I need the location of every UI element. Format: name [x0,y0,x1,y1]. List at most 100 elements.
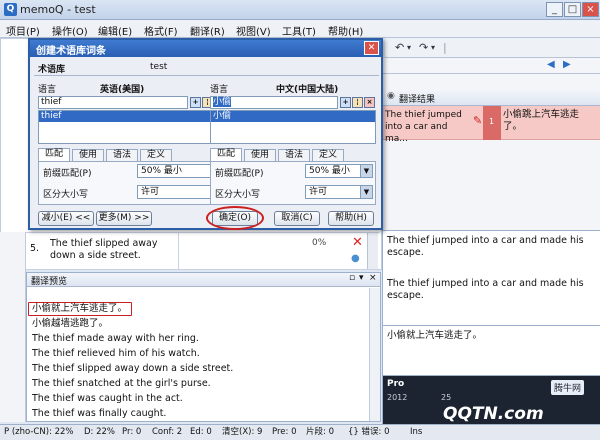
source-tab-match[interactable]: 匹配 [38,148,70,161]
results-collapse-icon[interactable]: ◉ [387,91,395,101]
segment-row-5[interactable]: 5. The thief slipped away down a side st… [26,232,379,270]
target-tab-definition[interactable]: 定义 [312,149,344,161]
target-term-list[interactable]: 小偷 [210,110,376,144]
target-tab-match[interactable]: 匹配 [210,148,242,161]
target-lang-value: 中文(中国大陆) [276,85,339,95]
grid-scrollbar[interactable] [367,233,378,269]
target-match-label: 前缀匹配(P) [215,169,264,179]
more-button[interactable]: 更多(M) >> [96,211,152,226]
window-title: memoQ - test [20,3,96,16]
status-progress: P (zho-CN): 22% [4,427,74,437]
source-tab-definition[interactable]: 定义 [140,149,172,161]
target-tab-grammar[interactable]: 语法 [278,149,310,161]
pro-year: 2012 [387,393,408,402]
panel-close-icon[interactable]: × [369,273,377,283]
status-d: D: 22% [84,427,116,437]
next-arrow-icon[interactable]: ▶ [563,59,571,70]
prev-arrow-icon[interactable]: ◀ [547,59,555,70]
redo-dropdown-icon[interactable]: ▾ [431,43,435,52]
menu-project[interactable]: 项目(P) [6,23,40,38]
status-ed: Ed: 0 [190,427,212,437]
window-titlebar: Q memoQ - test _ □ × [0,0,600,20]
watermark-brand: QQTN.com [443,404,544,424]
target-term-input-text: 小偷 [213,97,232,107]
close-window-button[interactable]: × [582,2,599,17]
status-segments: 片段: 0 [306,427,334,437]
redo-icon[interactable]: ↷ [419,41,428,54]
preview-line-4: The thief relieved him of his watch. [32,348,200,359]
menu-tools[interactable]: 工具(T) [282,23,316,38]
match-rank: 1 [489,117,495,126]
minimize-button[interactable]: _ [546,2,563,17]
preview-scrollbar[interactable] [369,288,380,421]
menu-edit[interactable]: 编辑(E) [98,23,132,38]
target-term-input[interactable]: 小偷 [210,96,338,109]
source-term-item[interactable]: thief [39,111,225,122]
result-row-1[interactable]: The thief jumped into a car and ma... ✎ … [383,106,600,144]
result-target: 小偷跳上汽车逃走了。 [503,109,580,132]
reject-icon[interactable]: ✕ [352,235,363,250]
source-tab-usage[interactable]: 使用 [72,149,104,161]
dialog-close-button[interactable]: ✕ [364,41,379,55]
menu-operation[interactable]: 操作(O) [52,23,88,38]
source-term-input[interactable]: thief [38,96,188,109]
menu-help[interactable]: 帮助(H) [328,23,363,38]
pro-suffix: 25 [441,393,452,402]
status-bar: P (zho-CN): 22% D: 22% Pr: 0 Conf: 2 Ed:… [0,424,600,440]
dialog-titlebar: 创建术语库词条 ✕ [30,40,381,57]
maximize-button[interactable]: □ [564,2,581,17]
add-term-icon[interactable]: + [340,97,351,108]
less-button[interactable]: 减小(E) << [38,211,94,226]
target-case-select[interactable]: 许可 ▼ [305,185,373,199]
target-term-item[interactable]: 小偷 [211,111,375,122]
undo-dropdown-icon[interactable]: ▾ [407,43,411,52]
add-term-icon[interactable]: + [190,97,201,108]
source-match-label: 前缀匹配(P) [43,169,92,179]
undo-icon[interactable]: ↶ [395,41,404,54]
segment-divider [178,233,179,269]
status-ins: Ins [410,427,423,437]
preview-line-6: The thief snatched at the girl's purse. [32,378,211,389]
source-lang-label: 语言 [38,85,57,95]
source-case-value: 许可 [141,187,160,197]
edit-pen-icon[interactable]: ✎ [473,114,482,127]
pin-icon[interactable]: ▫ [349,273,355,283]
memoq-app-icon: Q [4,3,17,16]
preview-line-5: The thief slipped away down a side stree… [32,363,234,374]
edit-term-icon[interactable]: ¦ [352,97,363,108]
comment-bubble-icon[interactable]: ● [351,253,360,264]
menu-format[interactable]: 格式(F) [144,23,178,38]
preview-line-1: 小偷就上汽车逃走了。 [32,303,128,314]
right-nav-bar: ◀ ▶ [383,58,600,74]
status-pr: Pr: 0 [122,427,142,437]
ok-highlight-ellipse [206,206,264,230]
status-errors: {} 错误: 0 [348,427,390,437]
menu-view[interactable]: 视图(V) [236,23,271,38]
chevron-down-icon: ▼ [360,186,372,198]
status-pre: Pre: 0 [272,427,297,437]
help-button[interactable]: 帮助(H) [328,211,374,226]
source-match-value: 50% 最小 [141,166,182,176]
target-match-select[interactable]: 50% 最小 ▼ [305,164,373,178]
source-tab-grammar[interactable]: 语法 [106,149,138,161]
source-term-list[interactable]: thief [38,110,226,144]
status-conf: Conf: 2 [152,427,183,437]
panel-dropdown-icon[interactable]: ▾ [359,273,364,283]
chevron-down-icon: ▼ [360,165,372,177]
create-term-dialog: 创建术语库词条 ✕ 术语库 test 语言 英语(美国) thief + ¦ ×… [28,38,383,230]
match-rank-cell: 1 [483,106,501,140]
pro-panel: Pro 2012 25 QQTN.com 腾牛网 [383,376,600,424]
target-match-value: 50% 最小 [309,166,350,176]
preview-line-8: The thief was finally caught. [32,408,167,419]
source-case-label: 区分大小写 [43,190,89,200]
target-lang-label: 语言 [210,85,229,95]
dialog-divider [34,75,379,76]
target-tab-usage[interactable]: 使用 [244,149,276,161]
menu-translate[interactable]: 翻译(R) [190,23,225,38]
right-row-3: 小偷就上汽车逃走了。 [383,326,600,376]
termbase-label: 术语库 [38,65,66,75]
cancel-button[interactable]: 取消(C) [274,211,320,226]
remove-term-icon[interactable]: × [364,97,375,108]
preview-line-2: 小偷越墙逃跑了。 [32,318,109,329]
target-match-box: 前缀匹配(P) 50% 最小 ▼ 区分大小写 许可 ▼ [210,161,376,205]
